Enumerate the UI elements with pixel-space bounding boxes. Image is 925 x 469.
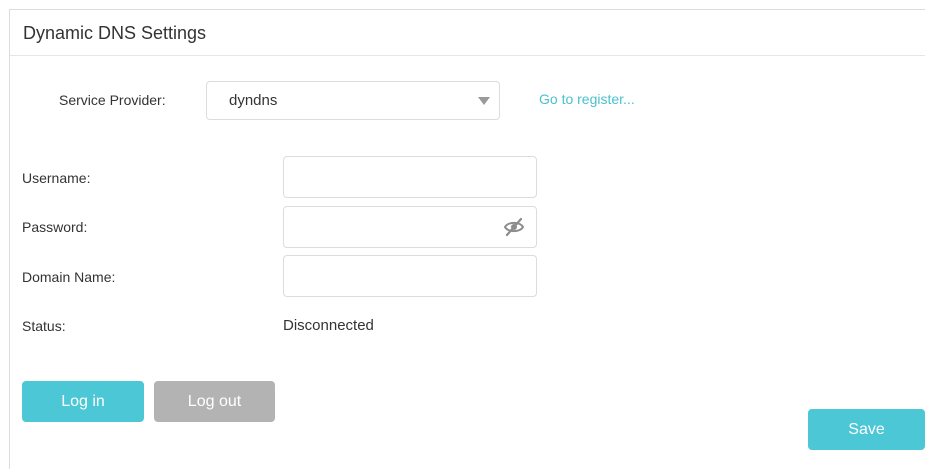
service-provider-label: Service Provider: (59, 92, 166, 108)
domain-name-field[interactable] (283, 255, 537, 297)
save-button[interactable]: Save (808, 409, 925, 450)
password-field[interactable] (283, 206, 537, 248)
service-provider-select[interactable]: dyndns (206, 81, 500, 120)
password-label: Password: (22, 219, 88, 235)
chevron-down-icon (478, 97, 490, 105)
go-to-register-link[interactable]: Go to register... (539, 91, 635, 107)
eye-slash-icon[interactable] (503, 217, 525, 237)
username-field[interactable] (283, 156, 537, 198)
login-button[interactable]: Log in (22, 381, 144, 422)
status-value: Disconnected (283, 317, 374, 334)
title-divider (10, 55, 925, 56)
username-label: Username: (22, 170, 91, 186)
section-title: Dynamic DNS Settings (23, 23, 207, 43)
domain-name-label: Domain Name: (22, 269, 116, 285)
logout-button[interactable]: Log out (154, 381, 275, 422)
status-label: Status: (22, 318, 66, 334)
service-provider-value: dyndns (229, 92, 278, 109)
